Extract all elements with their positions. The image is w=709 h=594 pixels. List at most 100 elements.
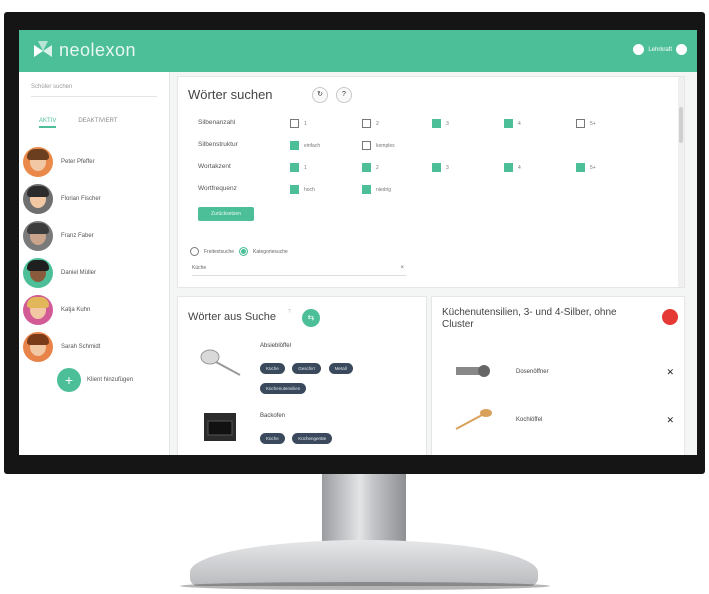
results-card: Wörter aus Suche ? ⇆ Absieblöffel Küche … <box>177 296 427 455</box>
pupil-item[interactable]: Sarah Schmidt <box>23 331 100 363</box>
reset-button[interactable]: Zurücksetzen <box>198 207 254 221</box>
list-item: Dosenöffner ✕ <box>452 355 674 389</box>
wooden-spoon-image <box>455 409 492 430</box>
word-name: Backofen <box>260 413 286 419</box>
list-item: Kochlöffel ✕ <box>452 403 674 437</box>
avatar <box>23 184 53 214</box>
clear-icon[interactable]: × <box>400 265 404 271</box>
add-to-list-icon[interactable]: ⇆ <box>302 309 320 327</box>
checkbox-option[interactable]: komplex <box>362 141 395 150</box>
checkbox[interactable] <box>432 163 441 172</box>
option-label: komplex <box>376 142 395 149</box>
checkbox[interactable] <box>290 163 299 172</box>
checkbox-option[interactable]: 1 <box>290 163 307 172</box>
avatar <box>23 221 53 251</box>
checkbox[interactable] <box>504 119 513 128</box>
radio-category-label: Kategoriesuche <box>253 248 288 255</box>
checkbox-option[interactable]: 3 <box>432 119 449 128</box>
checkbox[interactable] <box>362 185 371 194</box>
user-menu[interactable]: Lehrkraft <box>633 44 687 55</box>
pupil-item[interactable]: Peter Pfeffer <box>23 146 95 178</box>
tab-deactivated[interactable]: DEAKTIVIERT <box>78 118 117 128</box>
sidebar: Schüler suchen AKTIV DEAKTIVIERT Peter P… <box>19 72 170 455</box>
monitor-stand-neck <box>322 474 406 544</box>
delete-list-icon[interactable] <box>662 309 678 325</box>
search-title: Wörter suchen <box>188 87 273 102</box>
search-mode: Freitextsuche Kategoriesuche <box>190 247 288 256</box>
avatar <box>23 332 53 362</box>
checkbox-option[interactable]: 2 <box>362 119 379 128</box>
radio-free-label: Freitextsuche <box>204 248 235 255</box>
refresh-icon[interactable]: ↻ <box>312 87 328 103</box>
checkbox[interactable] <box>362 141 371 150</box>
add-pupil[interactable]: + Klient hinzufügen <box>57 368 133 392</box>
skimmer-image <box>200 349 241 376</box>
category-chip[interactable]: Geschirr <box>292 363 322 374</box>
checkbox[interactable] <box>432 119 441 128</box>
checkbox[interactable] <box>290 141 299 150</box>
chevron-down-icon[interactable] <box>676 44 687 55</box>
option-label: 1 <box>304 120 307 127</box>
category-select[interactable]: Küche × <box>192 265 406 276</box>
option-label: 3 <box>446 120 449 127</box>
checkbox-option[interactable]: 3 <box>432 163 449 172</box>
pupil-item[interactable]: Florian Fischer <box>23 183 101 215</box>
option-label: niedrig <box>376 186 392 193</box>
category-chip[interactable]: Küchengeräte <box>292 433 333 444</box>
close-icon[interactable]: ✕ <box>666 415 674 426</box>
checkbox-option[interactable]: 1 <box>290 119 307 128</box>
pupil-search-input[interactable]: Schüler suchen <box>31 84 157 97</box>
help-icon[interactable]: ? <box>336 87 352 103</box>
row-label: Silbenstruktur <box>198 141 238 148</box>
user-label: Lehrkraft <box>648 46 672 53</box>
sidebar-tabs: AKTIV DEAKTIVIERT <box>39 118 118 128</box>
pupil-name: Franz Faber <box>61 233 94 239</box>
checkbox[interactable] <box>576 119 585 128</box>
checkbox-option[interactable]: niedrig <box>362 185 391 194</box>
radio-free[interactable] <box>190 247 199 256</box>
option-label: 2 <box>376 164 379 171</box>
scrollbar[interactable] <box>678 77 684 287</box>
option-label: 4 <box>518 164 521 171</box>
app-header: neolexon Lehrkraft <box>19 30 697 72</box>
checkbox[interactable] <box>362 119 371 128</box>
info-icon: ? <box>288 309 291 315</box>
oven-image <box>204 413 236 441</box>
checkbox-option[interactable]: einfach <box>290 141 320 150</box>
pupil-item[interactable]: Katja Kuhn <box>23 294 90 326</box>
user-avatar-icon <box>633 44 645 55</box>
option-label: 4 <box>518 120 521 127</box>
checkbox-option[interactable]: 5+ <box>576 163 596 172</box>
checkbox-option[interactable]: hoch <box>290 185 315 194</box>
category-chip[interactable]: Metall <box>328 363 353 374</box>
close-icon[interactable]: ✕ <box>666 367 674 378</box>
pupil-item[interactable]: Daniel Müller <box>23 257 96 289</box>
option-label: 2 <box>376 120 379 127</box>
category-chip[interactable]: Küchenutensilien <box>260 383 307 394</box>
category-chip[interactable]: Küche <box>260 433 285 444</box>
pupil-name: Katja Kuhn <box>61 307 91 313</box>
word-name: Absieblöffel <box>260 343 291 349</box>
checkbox[interactable] <box>504 163 513 172</box>
avatar <box>23 147 53 177</box>
checkbox[interactable] <box>290 119 299 128</box>
plus-icon[interactable]: + <box>57 368 81 392</box>
pupil-name: Peter Pfeffer <box>61 159 95 165</box>
checkbox[interactable] <box>362 163 371 172</box>
pupil-name: Sarah Schmidt <box>61 344 101 350</box>
checkbox-option[interactable]: 5+ <box>576 119 596 128</box>
checkbox-option[interactable]: 4 <box>504 119 521 128</box>
pupil-item[interactable]: Franz Faber <box>23 220 94 252</box>
monitor-stand-shadow <box>180 582 550 590</box>
checkbox[interactable] <box>576 163 585 172</box>
checkbox-option[interactable]: 4 <box>504 163 521 172</box>
checkbox[interactable] <box>290 185 299 194</box>
row-label: Wortakzent <box>198 163 231 170</box>
category-chip[interactable]: Küche <box>260 363 285 374</box>
item-name: Kochlöffel <box>516 417 543 423</box>
radio-category[interactable] <box>239 247 249 256</box>
word-search-card: Wörter suchen ↻ ? Silbenanzahl 1 2 3 4 5… <box>177 76 685 288</box>
checkbox-option[interactable]: 2 <box>362 163 379 172</box>
tab-active[interactable]: AKTIV <box>39 118 57 128</box>
screen: neolexon Lehrkraft Schüler suchen AKTIV … <box>19 30 697 455</box>
